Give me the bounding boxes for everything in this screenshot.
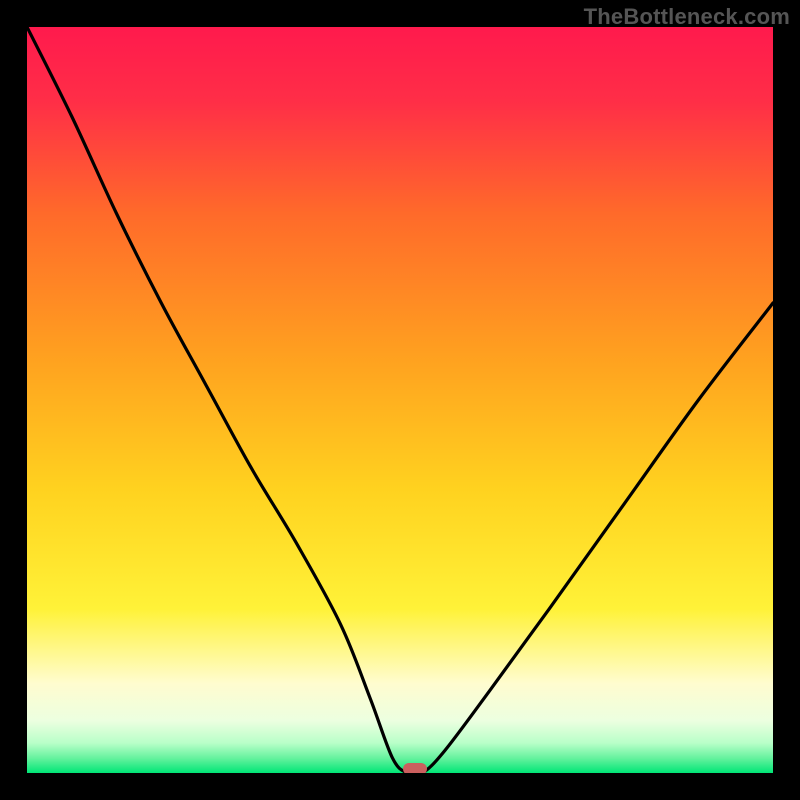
watermark-text: TheBottleneck.com xyxy=(584,4,790,30)
chart-frame: TheBottleneck.com xyxy=(0,0,800,800)
minimum-marker xyxy=(403,763,427,773)
chart-svg xyxy=(27,27,773,773)
plot-area xyxy=(27,27,773,773)
gradient-background xyxy=(27,27,773,773)
